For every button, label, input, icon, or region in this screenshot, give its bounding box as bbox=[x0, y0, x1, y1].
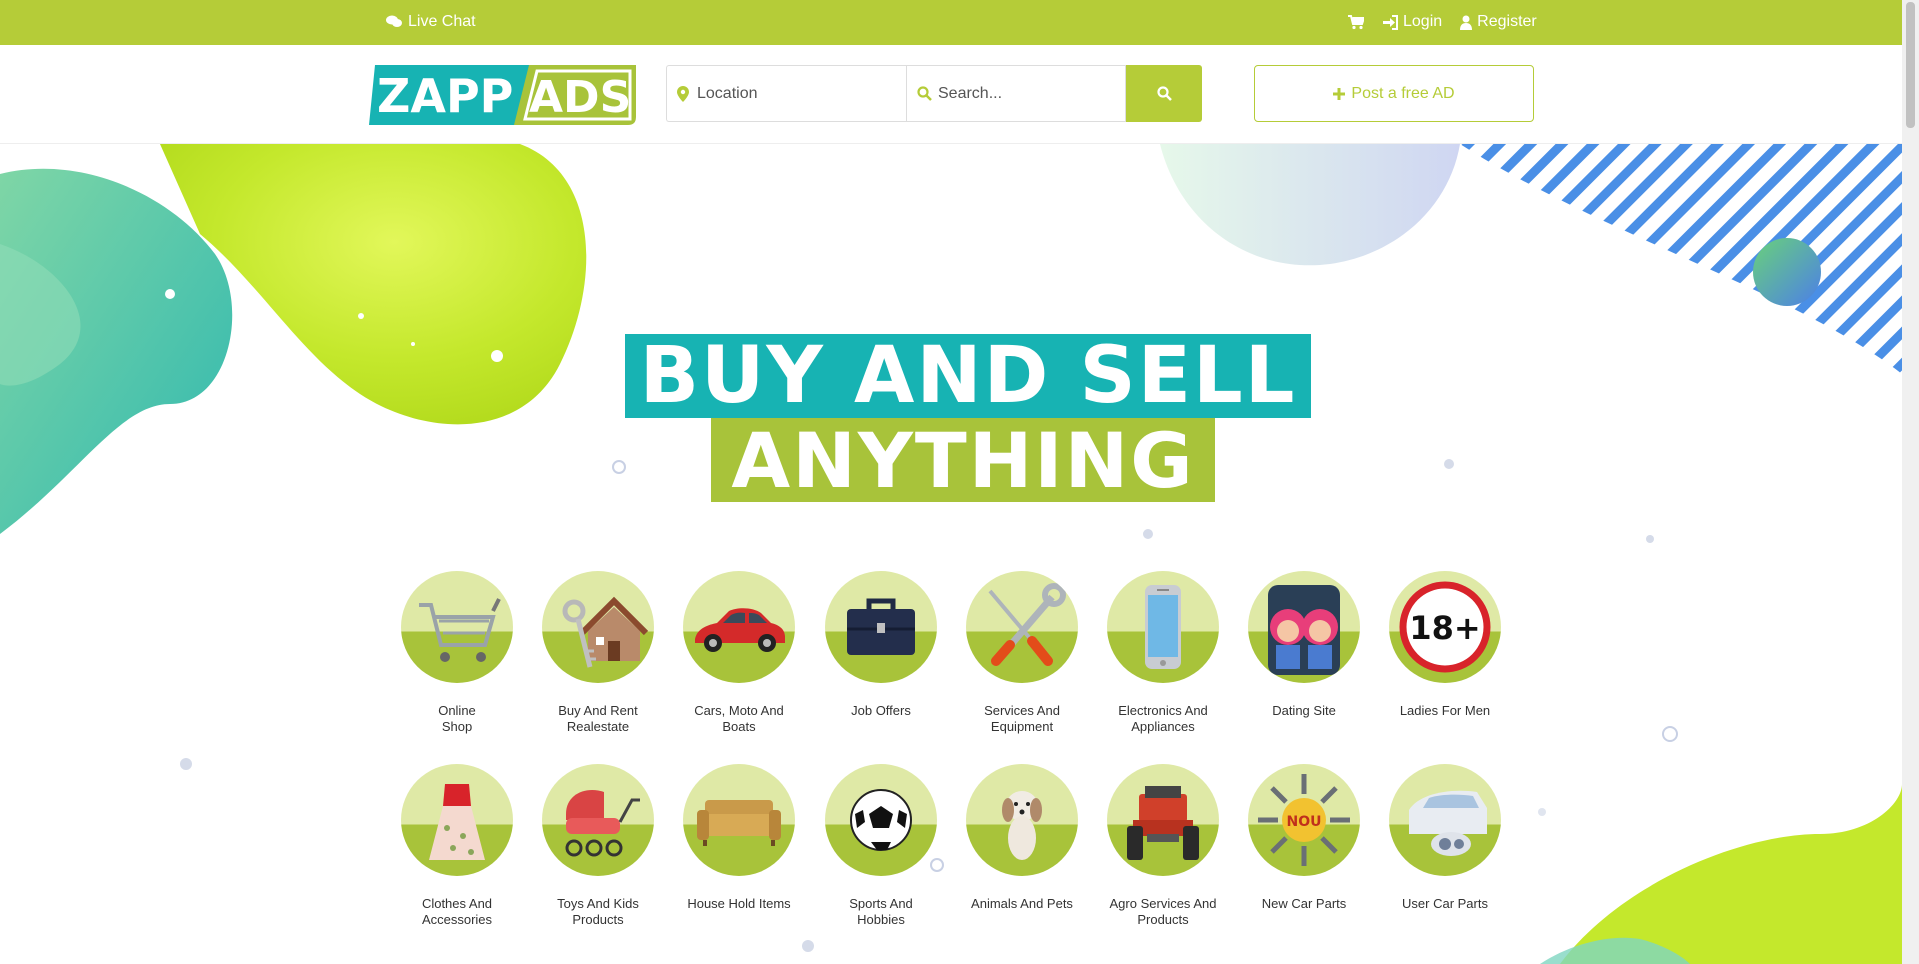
post-free-ad-button[interactable]: Post a free AD bbox=[1254, 65, 1534, 122]
location-placeholder: Location bbox=[697, 84, 758, 102]
category-services-equipment[interactable]: Services And Equipment bbox=[952, 571, 1092, 735]
category-label: Toys And Kids Products bbox=[557, 896, 639, 927]
zappads-logo[interactable]: ZAPP ADS bbox=[369, 65, 636, 125]
cart-link[interactable] bbox=[1348, 14, 1364, 30]
category-label: Dating Site bbox=[1272, 703, 1336, 718]
register-link[interactable]: Register bbox=[1460, 13, 1537, 31]
category-clothes[interactable]: Clothes And Accessories bbox=[387, 764, 527, 928]
category-label: Cars, Moto And Boats bbox=[694, 703, 784, 734]
house-keys-icon bbox=[542, 571, 654, 683]
tractor-icon bbox=[1107, 764, 1219, 876]
dog-icon bbox=[966, 764, 1078, 876]
tools-icon bbox=[966, 571, 1078, 683]
sign-in-icon bbox=[1382, 14, 1398, 30]
scrollbar-thumb[interactable] bbox=[1906, 2, 1915, 128]
sofa-icon bbox=[683, 764, 795, 876]
user-icon bbox=[1460, 15, 1473, 30]
search-icon bbox=[917, 86, 932, 101]
category-cars-moto-boats[interactable]: Cars, Moto And Boats bbox=[669, 571, 809, 735]
search-icon bbox=[1156, 86, 1172, 101]
category-job-offers[interactable]: Job Offers bbox=[811, 571, 951, 719]
location-input[interactable]: Location bbox=[666, 65, 906, 122]
hero-section: BUY AND SELL ANYTHING bbox=[0, 144, 1902, 964]
category-label: Services And Equipment bbox=[984, 703, 1060, 734]
category-label: Job Offers bbox=[851, 703, 911, 718]
stroller-icon bbox=[542, 764, 654, 876]
category-online-shop[interactable]: Online Shop bbox=[387, 571, 527, 735]
category-ladies-for-men[interactable]: 18+ Ladies For Men bbox=[1375, 571, 1515, 719]
hero-title-line1: BUY AND SELL bbox=[625, 331, 1311, 421]
hero-background bbox=[0, 144, 1902, 964]
cart-icon bbox=[1348, 14, 1364, 30]
category-label: Online Shop bbox=[438, 703, 476, 734]
register-label: Register bbox=[1477, 13, 1537, 30]
category-label: Clothes And Accessories bbox=[421, 896, 493, 927]
soccer-ball-icon bbox=[825, 764, 937, 876]
category-label: Buy And Rent Realestate bbox=[558, 703, 638, 734]
top-bar: Live Chat Login Register bbox=[0, 0, 1902, 45]
adult-18-icon: 18+ bbox=[1389, 571, 1501, 683]
live-chat-link[interactable]: Live Chat bbox=[386, 13, 476, 31]
category-label: Electronics And Appliances bbox=[1118, 703, 1208, 734]
car-icon bbox=[683, 571, 795, 683]
category-label: Agro Services And Products bbox=[1109, 896, 1217, 927]
category-electronics[interactable]: Electronics And Appliances bbox=[1093, 571, 1233, 735]
logo-text-left: ZAPP bbox=[377, 69, 513, 123]
category-animals-pets[interactable]: Animals And Pets bbox=[952, 764, 1092, 912]
category-realestate[interactable]: Buy And Rent Realestate bbox=[528, 571, 668, 735]
category-label: New Car Parts bbox=[1261, 896, 1347, 911]
logo-text-right: ADS bbox=[529, 72, 631, 123]
category-label: Ladies For Men bbox=[1399, 703, 1491, 718]
couple-icon bbox=[1248, 571, 1360, 683]
headlight-icon bbox=[1389, 764, 1501, 876]
header: ZAPP ADS Location Search... Post a free … bbox=[0, 45, 1902, 144]
plus-icon bbox=[1333, 87, 1346, 100]
category-new-car-parts[interactable]: NOU New Car Parts bbox=[1234, 764, 1374, 912]
category-label: Sports And Hobbies bbox=[849, 896, 913, 927]
search-button[interactable] bbox=[1126, 65, 1202, 122]
svg-text:18+: 18+ bbox=[1409, 609, 1480, 647]
svg-text:NOU: NOU bbox=[1287, 814, 1322, 830]
car-parts-icon: NOU bbox=[1248, 764, 1360, 876]
live-chat-label: Live Chat bbox=[408, 13, 476, 30]
category-household[interactable]: House Hold Items bbox=[669, 764, 809, 912]
login-label: Login bbox=[1403, 13, 1443, 30]
smartphone-icon bbox=[1107, 571, 1219, 683]
category-label: User Car Parts bbox=[1402, 896, 1488, 911]
hero-title-line2: ANYTHING bbox=[711, 416, 1215, 505]
login-link[interactable]: Login bbox=[1382, 13, 1442, 31]
category-dating-site[interactable]: Dating Site bbox=[1234, 571, 1374, 719]
shopping-cart-icon bbox=[401, 571, 513, 683]
category-label: Animals And Pets bbox=[971, 896, 1073, 911]
chat-icon bbox=[386, 15, 402, 29]
category-toys-kids[interactable]: Toys And Kids Products bbox=[528, 764, 668, 928]
category-used-car-parts[interactable]: User Car Parts bbox=[1375, 764, 1515, 912]
page-scrollbar[interactable] bbox=[1902, 0, 1919, 964]
search-placeholder: Search... bbox=[938, 84, 1003, 102]
briefcase-icon bbox=[825, 571, 937, 683]
category-label: House Hold Items bbox=[687, 896, 791, 911]
category-agro[interactable]: Agro Services And Products bbox=[1093, 764, 1233, 928]
post-ad-label: Post a free AD bbox=[1351, 84, 1455, 102]
dress-icon bbox=[401, 764, 513, 876]
category-sports-hobbies[interactable]: Sports And Hobbies bbox=[811, 764, 951, 928]
map-marker-icon bbox=[677, 85, 689, 102]
search-input[interactable]: Search... bbox=[906, 65, 1126, 122]
